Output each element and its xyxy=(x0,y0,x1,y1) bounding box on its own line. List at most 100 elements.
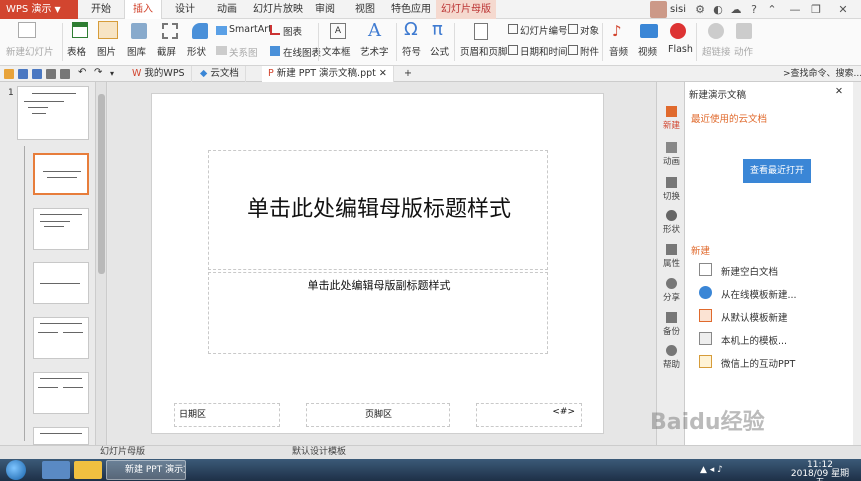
smartart-button[interactable]: SmartArt xyxy=(229,24,272,35)
save-as-icon[interactable] xyxy=(32,69,42,79)
strip-transition[interactable]: 切换 xyxy=(657,177,686,202)
layout-thumbnail-title[interactable] xyxy=(33,153,89,195)
action-button[interactable]: 动作 xyxy=(734,44,753,58)
open-folder-icon[interactable] xyxy=(4,69,14,79)
tab-insert[interactable]: 插入 xyxy=(124,0,162,20)
tab-slideshow[interactable]: 幻灯片放映 xyxy=(250,0,306,19)
pane-scrollbar[interactable] xyxy=(853,82,861,445)
tab-my-wps[interactable]: W 我的WPS xyxy=(126,66,192,82)
user-name[interactable]: sisi xyxy=(670,1,686,18)
tab-features[interactable]: 特色应用 xyxy=(388,0,434,19)
slide-title[interactable]: 单击此处编辑母版标题样式 xyxy=(209,193,549,227)
avatar[interactable] xyxy=(650,1,667,18)
command-search-input[interactable]: 查找命令、搜索... xyxy=(791,69,861,79)
tab-review[interactable]: 审阅 xyxy=(310,0,340,19)
attachment-button[interactable]: 附件 xyxy=(580,44,599,58)
chart-button[interactable]: 图表 xyxy=(283,24,302,38)
tab-home[interactable]: 开始 xyxy=(84,0,118,19)
wechat-interactive-ppt[interactable]: 微信上的互动PPT xyxy=(721,356,795,370)
print-icon[interactable] xyxy=(46,69,56,79)
taskbar: 新建 PPT 演示文... ▲ ◂ ♪ 11:122018/09 星期五 xyxy=(0,459,861,481)
formula-button[interactable]: 公式 xyxy=(430,44,449,58)
hyperlink-button[interactable]: 超链接 xyxy=(702,44,731,58)
layout-thumbnail-content[interactable] xyxy=(33,208,89,250)
restore-button[interactable]: ❐ xyxy=(806,0,826,19)
layout-thumbnail-comparison[interactable] xyxy=(33,372,89,414)
textbox-button[interactable]: 文本框 xyxy=(322,44,351,58)
strip-backup[interactable]: 备份 xyxy=(657,312,686,337)
layout-thumbnail-two-content[interactable] xyxy=(33,317,89,359)
tab-cloud-docs[interactable]: ◆ 云文档 xyxy=(194,66,246,82)
clock[interactable]: 11:122018/09 星期五 xyxy=(790,461,850,481)
settings-icon[interactable]: ⚙ xyxy=(690,0,710,19)
picture-icon xyxy=(98,21,118,39)
command-search[interactable]: >查找命令、搜索... xyxy=(783,66,861,82)
header-footer-button[interactable]: 页眉和页脚 xyxy=(460,44,508,58)
layout-thumbnail-title-only[interactable] xyxy=(33,427,89,445)
audio-button[interactable]: 音频 xyxy=(609,44,628,58)
help-icon[interactable]: ? xyxy=(744,0,764,19)
close-tab-icon[interactable]: ✕ xyxy=(379,68,387,79)
strip-properties[interactable]: 属性 xyxy=(657,244,686,269)
shape-button[interactable]: 形状 xyxy=(187,44,206,58)
tab-view[interactable]: 视图 xyxy=(350,0,380,19)
start-button[interactable] xyxy=(6,460,26,480)
new-doc-icon xyxy=(666,106,677,117)
thumbnail-scrollbar-thumb[interactable] xyxy=(98,94,105,274)
strip-shape[interactable]: 形状 xyxy=(657,210,686,235)
table-button[interactable]: 表格 xyxy=(67,44,86,58)
new-from-online-template[interactable]: 从在线模板新建... xyxy=(721,287,797,301)
tab-current-document[interactable]: P 新建 PPT 演示文稿.ppt ✕ xyxy=(262,66,394,82)
wps-app-menu-button[interactable]: WPS 演示 ▼ xyxy=(0,0,78,19)
strip-new[interactable]: 新建 xyxy=(657,106,686,131)
footer-placeholder[interactable]: 页脚区 xyxy=(306,403,450,427)
new-from-default-template[interactable]: 从默认模板新建 xyxy=(721,310,788,324)
new-blank-doc[interactable]: 新建空白文档 xyxy=(721,264,778,278)
slide-number-button[interactable]: 幻灯片编号 xyxy=(520,23,568,37)
taskbar-active-app[interactable]: 新建 PPT 演示文... xyxy=(106,460,186,480)
strip-help[interactable]: 帮助 xyxy=(657,345,686,370)
new-tab-button[interactable]: + xyxy=(398,66,418,82)
relation-button[interactable]: 关系图 xyxy=(229,45,258,59)
close-button[interactable]: ✕ xyxy=(828,0,858,19)
skin-icon[interactable]: ◐ xyxy=(708,0,728,19)
arrow-up-icon[interactable]: ⌃ xyxy=(762,0,782,19)
tab-slide-master[interactable]: 幻灯片母版 xyxy=(436,0,496,19)
subtitle-placeholder[interactable]: 单击此处编辑母版副标题样式 xyxy=(208,272,548,354)
picture-button[interactable]: 图片 xyxy=(97,44,116,58)
strip-share[interactable]: 分享 xyxy=(657,278,686,303)
slide-number-placeholder[interactable]: <#> xyxy=(476,403,582,427)
save-icon[interactable] xyxy=(18,69,28,79)
title-placeholder[interactable]: 单击此处编辑母版标题样式 xyxy=(208,150,548,270)
screenshot-icon xyxy=(162,23,178,39)
tab-design[interactable]: 设计 xyxy=(168,0,202,19)
local-templates[interactable]: 本机上的模板... xyxy=(721,333,787,347)
undo-icon[interactable]: ↶ xyxy=(78,68,88,78)
minimize-button[interactable]: — xyxy=(785,0,805,19)
slide-subtitle[interactable]: 单击此处编辑母版副标题样式 xyxy=(209,277,549,293)
gallery-button[interactable]: 图库 xyxy=(127,44,146,58)
date-placeholder[interactable]: 日期区 xyxy=(174,403,280,427)
redo-icon[interactable]: ↷ xyxy=(94,68,104,78)
strip-animation[interactable]: 动画 xyxy=(657,142,686,167)
online-chart-button[interactable]: 在线图表 xyxy=(283,45,321,59)
tray-icons[interactable]: ▲ ◂ ♪ xyxy=(700,465,723,475)
layout-thumbnail-section[interactable] xyxy=(33,262,89,304)
symbol-button[interactable]: 符号 xyxy=(402,44,421,58)
chevron-down-icon[interactable]: ▾ xyxy=(110,69,120,79)
screenshot-button[interactable]: 截屏 xyxy=(157,44,176,58)
folder-icon[interactable] xyxy=(74,461,102,479)
cloud-icon[interactable]: ☁ xyxy=(726,0,746,19)
wordart-button[interactable]: 艺术字 xyxy=(360,44,389,58)
view-recent-button[interactable]: 查看最近打开 xyxy=(743,159,811,183)
explorer-icon[interactable] xyxy=(42,461,70,479)
datetime-button[interactable]: 日期和时间 xyxy=(520,44,568,58)
video-button[interactable]: 视频 xyxy=(638,44,657,58)
master-thumbnail[interactable] xyxy=(17,86,89,140)
tab-animation[interactable]: 动画 xyxy=(210,0,244,19)
pane-close-icon[interactable]: ✕ xyxy=(835,86,843,97)
flash-button[interactable]: Flash xyxy=(668,44,693,55)
new-slide-button[interactable]: 新建幻灯片 xyxy=(6,44,54,58)
object-button[interactable]: 对象 xyxy=(580,23,599,37)
preview-icon[interactable] xyxy=(60,69,70,79)
